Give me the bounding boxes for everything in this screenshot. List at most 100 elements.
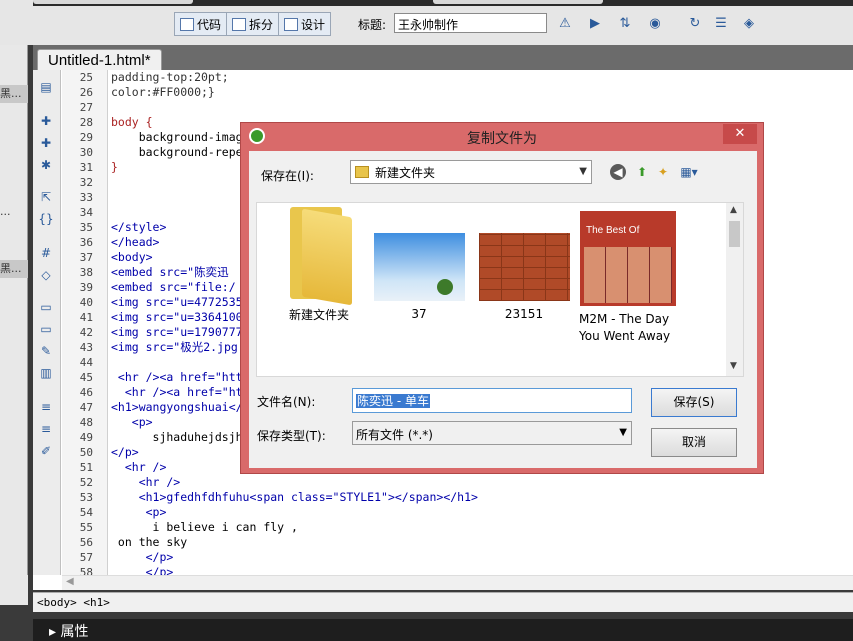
line-number: 52: [79, 476, 93, 489]
indent-icon[interactable]: ≡: [37, 400, 55, 416]
album-art-text: The Best Of: [586, 225, 640, 236]
code-line[interactable]: <h1>gfedhfdhfuhu<span class="STYLE1"></s…: [111, 490, 853, 505]
scroll-up-icon[interactable]: ▲: [730, 205, 737, 215]
code-line[interactable]: <hr />: [111, 475, 853, 490]
split-view-button[interactable]: 拆分: [227, 13, 280, 35]
left-panel-item[interactable]: ...: [0, 205, 28, 223]
filetype-dropdown[interactable]: 所有文件 (*.*) ▼: [352, 421, 632, 445]
open-documents-icon[interactable]: ▤: [37, 80, 55, 96]
select-parent-tag-icon[interactable]: ⇱: [37, 190, 55, 206]
new-folder-button[interactable]: ✦: [654, 163, 672, 181]
left-panel-item[interactable]: 黑...: [0, 85, 28, 103]
file-item-audio[interactable]: The Best Of M2M - The Day You Went Away: [575, 207, 681, 347]
vertical-scrollbar[interactable]: ▲ ▼: [726, 203, 743, 376]
code-line[interactable]: </p>: [111, 565, 853, 575]
collapse-tag-icon[interactable]: ✚: [37, 114, 55, 130]
preview-icon[interactable]: ▶: [586, 14, 604, 32]
back-button[interactable]: ◀: [610, 164, 626, 180]
close-button[interactable]: ✕: [723, 124, 757, 144]
outdent-icon[interactable]: ≡: [37, 422, 55, 438]
left-panel: 黑... ... 黑...: [0, 45, 28, 605]
chevron-down-icon: ▼: [579, 166, 587, 177]
document-toolbar: 代码 拆分 设计 标题: 王永帅制作 ⚠ ▶ ⇅ ◉ ↻ ☰ ◈: [0, 0, 853, 45]
code-line[interactable]: [111, 100, 853, 115]
refresh-icon[interactable]: ↻: [686, 14, 704, 32]
file-list[interactable]: 新建文件夹 37 23151 The Best Of M2M - The Day…: [256, 202, 744, 377]
file-item-label: 23151: [504, 307, 544, 321]
line-number: 48: [79, 416, 93, 429]
expand-all-icon[interactable]: ✱: [37, 158, 55, 174]
view-menu-button[interactable]: ▦▾: [675, 163, 703, 181]
visual-aids-icon[interactable]: ◈: [740, 14, 758, 32]
line-number: 40: [79, 296, 93, 309]
save-as-dialog: 复制文件为 ✕ 保存在(I): 新建文件夹 ▼ ◀ ⬆ ✦ ▦▾ 新建文件夹 3…: [240, 122, 764, 474]
remove-comment-icon[interactable]: ▭: [37, 322, 55, 338]
globe-icon[interactable]: ◉: [646, 14, 664, 32]
dialog-body: 保存在(I): 新建文件夹 ▼ ◀ ⬆ ✦ ▦▾ 新建文件夹 37 23151: [249, 151, 757, 468]
apply-comment-icon[interactable]: ▭: [37, 300, 55, 316]
line-number: 50: [79, 446, 93, 459]
line-numbers-icon[interactable]: #: [37, 246, 55, 262]
line-number: 41: [79, 311, 93, 324]
recent-snippets-icon[interactable]: ▥: [37, 366, 55, 382]
scroll-down-icon[interactable]: ▼: [730, 361, 737, 371]
highlight-invalid-icon[interactable]: ◇: [37, 268, 55, 284]
scroll-thumb[interactable]: [729, 221, 740, 247]
line-number: 25: [79, 71, 93, 84]
design-view-label: 设计: [301, 17, 326, 32]
file-item-image[interactable]: 23151: [474, 207, 574, 347]
split-view-label: 拆分: [249, 17, 274, 32]
code-line[interactable]: i believe i can fly ,: [111, 520, 853, 535]
sync-icon[interactable]: ⇅: [616, 14, 634, 32]
properties-panel-header[interactable]: ▸ 属性: [33, 619, 853, 641]
collapse-selection-icon[interactable]: ✚: [37, 136, 55, 152]
filetype-value: 所有文件 (*.*): [356, 428, 433, 442]
code-view-label: 代码: [197, 17, 222, 32]
tag-selector[interactable]: <body> <h1>: [33, 592, 853, 612]
save-in-dropdown[interactable]: 新建文件夹 ▼: [350, 160, 592, 184]
chevron-down-icon: ▼: [619, 427, 627, 438]
design-view-button[interactable]: 设计: [279, 13, 331, 35]
file-item-folder[interactable]: 新建文件夹: [269, 207, 369, 347]
code-line[interactable]: padding-top:20pt;: [111, 70, 853, 85]
code-line[interactable]: <p>: [111, 505, 853, 520]
strip-segment: [33, 0, 193, 4]
filename-input[interactable]: 陈奕迅 - 单车: [352, 388, 632, 413]
title-input[interactable]: 王永帅制作: [394, 13, 547, 33]
view-options-icon[interactable]: ☰: [712, 14, 730, 32]
save-button[interactable]: 保存(S): [651, 388, 737, 417]
up-folder-button[interactable]: ⬆: [633, 163, 651, 181]
horizontal-scrollbar[interactable]: ◀: [62, 575, 853, 590]
code-view-button[interactable]: 代码: [175, 13, 228, 35]
balance-braces-icon[interactable]: {}: [37, 212, 55, 228]
left-panel-item[interactable]: 黑...: [0, 260, 28, 278]
wrap-tag-icon[interactable]: ✎: [37, 344, 55, 360]
line-number-gutter: 25 26 27 28 29 30 31 32 33 34 35 36 37 38 39 40 41 42 43 44…: [62, 70, 108, 579]
cancel-button[interactable]: 取消: [651, 428, 737, 457]
code-line[interactable]: </p>: [111, 550, 853, 565]
document-tab[interactable]: Untitled-1.html*: [37, 49, 162, 72]
line-number: 55: [79, 521, 93, 534]
line-number: 36: [79, 236, 93, 249]
folder-large-icon: [284, 207, 354, 306]
format-source-icon[interactable]: ✐: [37, 444, 55, 460]
file-item-image[interactable]: 37: [369, 207, 469, 347]
filename-label: 文件名(N):: [257, 395, 316, 409]
code-line[interactable]: on the sky: [111, 535, 853, 550]
line-number: 30: [79, 146, 93, 159]
line-number: 33: [79, 191, 93, 204]
strip-segment: [433, 0, 603, 4]
view-mode-group: 代码 拆分 设计: [174, 12, 332, 36]
dialog-titlebar[interactable]: 复制文件为 ✕: [241, 123, 763, 149]
code-line[interactable]: color:#FF0000;}: [111, 85, 853, 100]
album-art-thumbnail: The Best Of: [580, 211, 676, 306]
warning-icon[interactable]: ⚠: [556, 14, 574, 32]
line-number: 45: [79, 371, 93, 384]
line-number: 35: [79, 221, 93, 234]
line-number: 27: [79, 101, 93, 114]
line-number: 37: [79, 251, 93, 264]
left-panel-footer: [0, 575, 28, 605]
title-label: 标题:: [358, 18, 387, 32]
line-number: 44: [79, 356, 93, 369]
line-number: 29: [79, 131, 93, 144]
